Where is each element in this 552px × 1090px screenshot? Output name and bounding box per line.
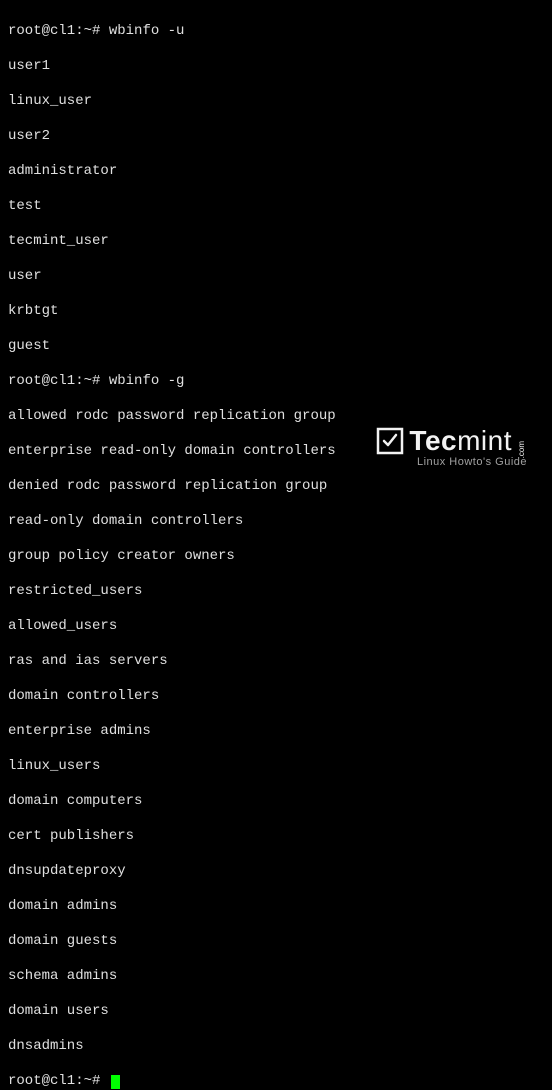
output-line: user: [8, 268, 544, 286]
prompt-separator: :: [75, 373, 83, 389]
output-line: cert publishers: [8, 828, 544, 846]
output-line: user2: [8, 128, 544, 146]
prompt-end: #: [92, 1073, 109, 1089]
output-line: tecmint_user: [8, 233, 544, 251]
prompt-user-host: root@cl1: [8, 23, 75, 39]
output-line: domain users: [8, 1003, 544, 1021]
terminal[interactable]: root@cl1:~# wbinfo -u user1 linux_user u…: [0, 0, 552, 1090]
output-line: restricted_users: [8, 583, 544, 601]
output-line: enterprise admins: [8, 723, 544, 741]
prompt-line-1: root@cl1:~# wbinfo -u: [8, 23, 544, 41]
output-line: enterprise read-only domain controllers: [8, 443, 544, 461]
prompt-user-host: root@cl1: [8, 373, 75, 389]
command-2: wbinfo -g: [109, 373, 185, 389]
prompt-separator: :: [75, 1073, 83, 1089]
command-1: wbinfo -u: [109, 23, 185, 39]
output-line: group policy creator owners: [8, 548, 544, 566]
prompt-path: ~: [84, 23, 92, 39]
prompt-end: #: [92, 23, 109, 39]
output-line: dnsupdateproxy: [8, 863, 544, 881]
output-line: user1: [8, 58, 544, 76]
prompt-line-2: root@cl1:~# wbinfo -g: [8, 373, 544, 391]
output-line: dnsadmins: [8, 1038, 544, 1056]
cursor: [111, 1075, 120, 1089]
output-line: allowed rodc password replication group: [8, 408, 544, 426]
prompt-line-3: root@cl1:~#: [8, 1073, 544, 1090]
output-line: domain admins: [8, 898, 544, 916]
prompt-path: ~: [84, 1073, 92, 1089]
output-line: administrator: [8, 163, 544, 181]
prompt-end: #: [92, 373, 109, 389]
prompt-path: ~: [84, 373, 92, 389]
output-line: schema admins: [8, 968, 544, 986]
output-line: domain guests: [8, 933, 544, 951]
output-line: krbtgt: [8, 303, 544, 321]
output-line: domain computers: [8, 793, 544, 811]
output-line: guest: [8, 338, 544, 356]
output-line: read-only domain controllers: [8, 513, 544, 531]
output-line: allowed_users: [8, 618, 544, 636]
output-line: test: [8, 198, 544, 216]
output-line: linux_user: [8, 93, 544, 111]
output-line: ras and ias servers: [8, 653, 544, 671]
output-line: domain controllers: [8, 688, 544, 706]
output-line: denied rodc password replication group: [8, 478, 544, 496]
output-line: linux_users: [8, 758, 544, 776]
prompt-user-host: root@cl1: [8, 1073, 75, 1089]
prompt-separator: :: [75, 23, 83, 39]
